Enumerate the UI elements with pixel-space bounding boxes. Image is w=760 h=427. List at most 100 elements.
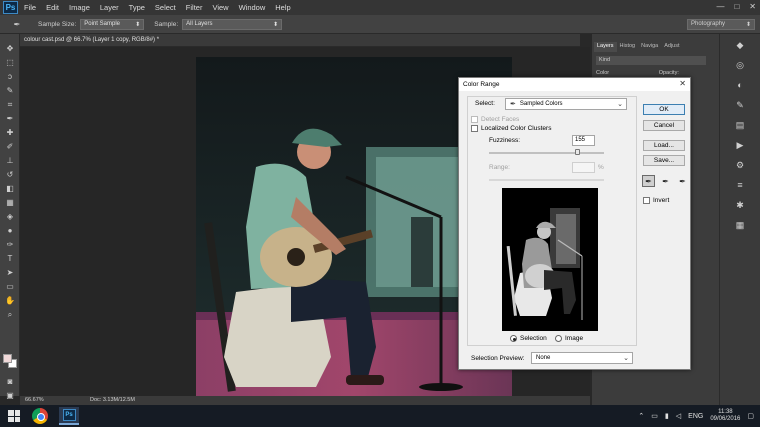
layer-filter-kind[interactable]: Kind (596, 56, 706, 65)
lasso-tool-icon[interactable]: ↄ (3, 70, 17, 83)
eyedropper-icon[interactable]: ✒ (642, 175, 655, 187)
eyedropper-icon: ✒ (510, 101, 516, 108)
workspace-value: Photography (691, 21, 726, 27)
gradient-tool-icon[interactable]: ▦ (3, 196, 17, 209)
tab-layers[interactable]: Layers (594, 42, 617, 52)
hand-tool-icon[interactable]: ✋ (3, 294, 17, 307)
dialog-title-bar[interactable]: Color Range ✕ (459, 78, 690, 91)
dialog-title: Color Range (463, 81, 500, 88)
invert-checkbox[interactable] (643, 197, 650, 204)
cancel-button[interactable]: Cancel (643, 120, 685, 131)
eyedropper-tool-icon[interactable]: ✒ (3, 112, 17, 125)
crop-tool-icon[interactable]: ⌗ (3, 98, 17, 111)
history-icon[interactable]: ▤ (733, 118, 747, 132)
blur-tool-icon[interactable]: ◈ (3, 210, 17, 223)
properties-icon[interactable]: ⚙ (733, 158, 747, 172)
photoshop-taskbar-icon[interactable]: Ps (59, 407, 79, 425)
selection-preview-dropdown[interactable]: None ⌄ (531, 352, 633, 364)
tab-adjustments[interactable]: Adjust (661, 42, 682, 52)
select-dropdown[interactable]: ✒ Sampled Colors ⌄ (505, 98, 627, 110)
localized-clusters-checkbox[interactable] (471, 125, 478, 132)
battery-icon[interactable]: ▮ (665, 412, 669, 420)
color-swatches[interactable] (3, 354, 17, 368)
tab-histogram[interactable]: Histog (617, 42, 639, 52)
chevron-up-icon[interactable]: ⌃ (638, 412, 644, 420)
path-selection-tool-icon[interactable]: ➤ (3, 266, 17, 279)
network-icon[interactable]: ▭ (651, 412, 658, 420)
zoom-tool-icon[interactable]: ⌕ (3, 308, 17, 321)
volume-icon[interactable]: ◁ (676, 412, 681, 420)
marquee-tool-icon[interactable]: ⬚ (3, 56, 17, 69)
adjustments-icon[interactable]: ≡ (733, 178, 747, 192)
fuzziness-slider-track[interactable] (489, 152, 604, 154)
sample-size-select[interactable]: Point Sample ⬍ (80, 18, 145, 30)
healing-brush-tool-icon[interactable]: ✚ (3, 126, 17, 139)
shape-tool-icon[interactable]: ▭ (3, 280, 17, 293)
menu-help[interactable]: Help (275, 3, 290, 12)
panel-icon-strip: ◆ ◎ ◐ ✎ ▤ ▶ ⚙ ≡ ✱ ▦ (719, 34, 760, 405)
menu-view[interactable]: View (212, 3, 228, 12)
workspace-select[interactable]: Photography ⬍ (687, 19, 755, 30)
paths-icon[interactable]: ◐ (733, 78, 747, 92)
actions-icon[interactable]: ▶ (733, 138, 747, 152)
pen-tool-icon[interactable]: ✑ (3, 238, 17, 251)
channels-icon[interactable]: ◎ (733, 58, 747, 72)
clone-stamp-tool-icon[interactable]: ⊥ (3, 154, 17, 167)
load-button[interactable]: Load... (643, 140, 685, 151)
menu-select[interactable]: Select (155, 3, 176, 12)
menu-image[interactable]: Image (69, 3, 90, 12)
swatches-icon[interactable]: ▦ (733, 218, 747, 232)
save-button[interactable]: Save... (643, 155, 685, 166)
blend-mode-select[interactable]: Color (596, 70, 609, 76)
clock-date: 09/06/2016 (710, 416, 741, 422)
document-size: Doc: 3.13M/12.5M (90, 397, 135, 403)
fuzziness-input[interactable]: 155 (572, 135, 595, 146)
radio-selection-row: Selection (510, 335, 547, 342)
menu-layer[interactable]: Layer (100, 3, 119, 12)
menu-filter[interactable]: Filter (186, 3, 203, 12)
styles-icon[interactable]: ✱ (733, 198, 747, 212)
invert-row: Invert (643, 197, 669, 204)
foreground-color-swatch[interactable] (3, 354, 12, 363)
eyedropper-preset-icon[interactable]: ✒ (6, 17, 28, 32)
brush-tool-icon[interactable]: ✐ (3, 140, 17, 153)
menu-file[interactable]: File (24, 3, 36, 12)
window-controls: — □ ✕ (716, 2, 756, 11)
sample-label: Sample: (154, 20, 179, 28)
ok-button[interactable]: OK (643, 104, 685, 115)
move-tool-icon[interactable]: ✥ (3, 42, 17, 55)
selection-radio[interactable] (510, 335, 517, 342)
screen-mode-icon[interactable]: ▣ (3, 389, 17, 402)
tab-navigator[interactable]: Naviga (638, 42, 661, 52)
zoom-level[interactable]: 66.67% (25, 397, 44, 403)
chrome-taskbar-icon[interactable] (32, 408, 48, 424)
eraser-tool-icon[interactable]: ◧ (3, 182, 17, 195)
brush-presets-icon[interactable]: ✎ (733, 98, 747, 112)
windows-start-icon[interactable] (8, 410, 20, 422)
menu-type[interactable]: Type (129, 3, 145, 12)
image-radio[interactable] (555, 335, 562, 342)
eyedropper-subtract-icon[interactable]: ✒ (676, 175, 689, 187)
detect-faces-checkbox[interactable] (471, 116, 478, 123)
close-window-button[interactable]: ✕ (749, 2, 756, 11)
menu-window[interactable]: Window (239, 3, 266, 12)
selection-preview-image[interactable] (502, 188, 598, 331)
tools-panel: ✥ ⬚ ↄ ✎ ⌗ ✒ ✚ ✐ ⊥ ↺ ◧ ▦ ◈ ● ✑ T ➤ ▭ ✋ ⌕ … (0, 34, 20, 400)
maximize-button[interactable]: □ (734, 2, 739, 11)
type-tool-icon[interactable]: T (3, 252, 17, 265)
minimize-button[interactable]: — (716, 2, 724, 11)
quick-select-tool-icon[interactable]: ✎ (3, 84, 17, 97)
fuzziness-slider-thumb[interactable] (575, 149, 581, 155)
dodge-tool-icon[interactable]: ● (3, 224, 17, 237)
sample-select[interactable]: All Layers ⬍ (182, 18, 283, 30)
layers-icon[interactable]: ◆ (733, 38, 747, 52)
quick-mask-icon[interactable]: ◙ (3, 375, 17, 388)
history-brush-tool-icon[interactable]: ↺ (3, 168, 17, 181)
notifications-icon[interactable]: ▢ (747, 412, 754, 420)
menu-edit[interactable]: Edit (46, 3, 59, 12)
clock[interactable]: 11:38 09/06/2016 (710, 409, 740, 423)
language-indicator[interactable]: ENG (688, 413, 703, 420)
document-tab[interactable]: colour cast.psd @ 66.7% (Layer 1 copy, R… (20, 34, 580, 47)
close-icon[interactable]: ✕ (679, 79, 686, 88)
eyedropper-add-icon[interactable]: ✒ (659, 175, 672, 187)
